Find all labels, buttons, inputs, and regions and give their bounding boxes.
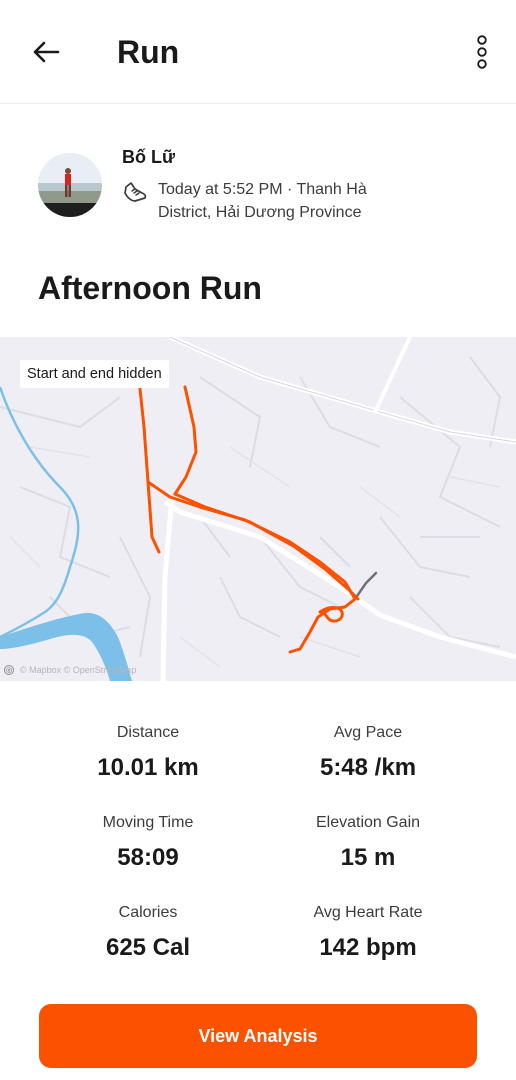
stat-label: Avg Heart Rate — [313, 904, 423, 921]
arrow-left-icon — [33, 41, 60, 63]
privacy-chip: Start and end hidden — [20, 360, 169, 388]
back-button[interactable] — [26, 32, 66, 72]
stat-label: Distance — [116, 724, 180, 741]
stat-avg-pace: Avg Pace 5:48 /km — [268, 722, 468, 784]
athlete-name[interactable]: Bố Lữ — [122, 145, 175, 169]
stat-label: Avg Pace — [333, 724, 403, 741]
map-attribution[interactable]: ◎ © Mapbox © OpenStreetMap — [4, 665, 136, 675]
stat-label: Calories — [118, 904, 178, 921]
page-title: Run — [117, 34, 180, 70]
stat-value: 625 Cal — [105, 934, 191, 961]
mapbox-logo-icon: ◎ — [4, 665, 14, 675]
stat-value: 10.01 km — [97, 754, 199, 781]
stat-value: 5:48 /km — [319, 754, 417, 781]
stat-label: Moving Time — [102, 814, 194, 831]
attribution-text: © Mapbox © OpenStreetMap — [20, 665, 137, 675]
stat-value: 15 m — [340, 844, 396, 871]
more-options-button[interactable] — [466, 30, 498, 74]
more-vertical-icon — [477, 35, 487, 69]
activity-location: District, Hải Dương Province — [158, 204, 362, 221]
stat-avg-heart-rate: Avg Heart Rate 142 bpm — [268, 902, 468, 964]
view-analysis-button[interactable]: View Analysis — [39, 1004, 477, 1068]
stat-label: Elevation Gain — [315, 814, 421, 831]
stat-value: 142 bpm — [319, 934, 417, 961]
stat-value: 58:09 — [117, 844, 179, 871]
stat-calories: Calories 625 Cal — [48, 902, 248, 964]
stat-distance: Distance 10.01 km — [48, 722, 248, 784]
stats-grid: Distance 10.01 km Avg Pace 5:48 /km Movi… — [0, 712, 516, 982]
avatar[interactable] — [38, 153, 102, 217]
map-canvas — [0, 337, 516, 681]
athlete-header: Bố Lữ Today at 5:52 PM · Thanh Hà Distri… — [38, 143, 498, 233]
stat-moving-time: Moving Time 58:09 — [48, 812, 248, 874]
activity-title: Afternoon Run — [38, 270, 262, 306]
running-shoe-icon — [124, 182, 147, 202]
app-bar: Run — [0, 0, 516, 104]
stat-elevation-gain: Elevation Gain 15 m — [268, 812, 468, 874]
route-map[interactable]: Start and end hidden ◎ © Mapbox © OpenSt… — [0, 337, 516, 681]
activity-date-location: Today at 5:52 PM · Thanh Hà — [158, 181, 367, 198]
